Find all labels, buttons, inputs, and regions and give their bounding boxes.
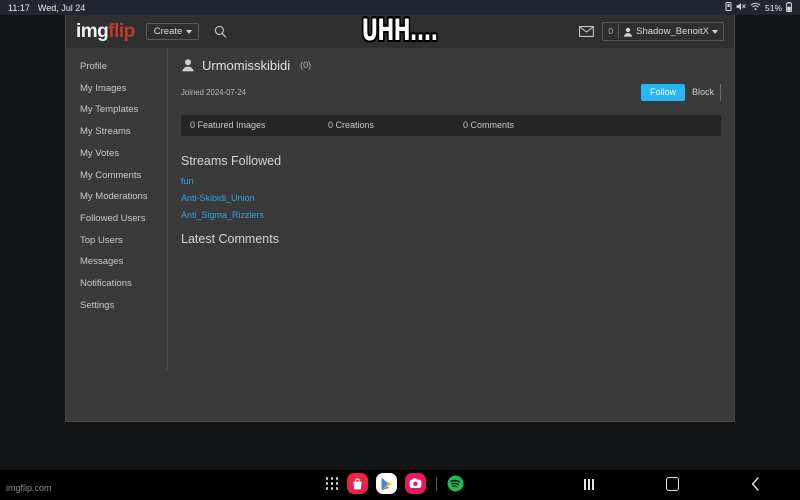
battery-percent: 51% (764, 2, 782, 13)
google-play-icon[interactable] (376, 473, 397, 494)
messages-button[interactable] (579, 26, 595, 37)
sidebar-item-profile[interactable]: Profile (66, 56, 167, 78)
profile-content: Urmomisskibidi (0) Joined 2024-07-24 Fol… (168, 48, 734, 421)
recents-icon[interactable] (572, 474, 606, 494)
envelope-icon (579, 26, 595, 37)
block-button[interactable]: Block (692, 84, 721, 101)
sidebar-item-followed-users[interactable]: Followed Users (66, 208, 167, 230)
logo-text-img: img (76, 21, 109, 42)
imgflip-watermark: imgflip.com (6, 483, 52, 493)
status-bar: 11:17 Wed, Jul 24 51% (0, 0, 800, 15)
system-navigation (572, 474, 772, 494)
app-body: Profile My Images My Templates My Stream… (66, 48, 734, 421)
user-name-label: Shadow_BenoitX (636, 26, 709, 37)
spotify-icon[interactable] (447, 475, 464, 492)
instagram-app-icon[interactable] (405, 473, 426, 494)
stream-link-fun[interactable]: fun (181, 176, 721, 186)
profile-header: Urmomisskibidi (0) (181, 58, 721, 72)
status-time: 11:17 (8, 2, 30, 13)
dock-divider (436, 476, 437, 491)
sidebar-item-my-streams[interactable]: My Streams (66, 121, 167, 143)
profile-actions: Follow Block (640, 84, 721, 101)
site-header: imgflip Create 0 Shadow_BenoitX UHH.... (66, 14, 734, 48)
imgflip-app-panel: imgflip Create 0 Shadow_BenoitX UHH.... … (65, 14, 735, 422)
user-name-wrap: Shadow_BenoitX (619, 26, 723, 37)
stream-link-anti-skibidi-union[interactable]: Anti-Skibidi_Union (181, 193, 721, 203)
avatar (181, 58, 195, 72)
status-date: Wed, Jul 24 (37, 2, 86, 13)
user-menu-button[interactable]: 0 Shadow_BenoitX (602, 22, 724, 41)
sidebar-item-messages[interactable]: Messages (66, 251, 167, 273)
sidebar-item-my-templates[interactable]: My Templates (66, 99, 167, 121)
stream-link-anti-sigma-rizzlers[interactable]: Anti_Sigma_Rizzlers (181, 210, 721, 220)
back-icon[interactable] (738, 474, 772, 494)
user-avatar-icon (624, 27, 633, 37)
profile-image-count: (0) (300, 60, 312, 70)
profile-stats-bar: 0 Featured Images 0 Creations 0 Comments (181, 115, 721, 136)
sidebar-item-my-votes[interactable]: My Votes (66, 143, 167, 165)
sidebar-item-my-moderations[interactable]: My Moderations (66, 186, 167, 208)
sidebar-item-my-images[interactable]: My Images (66, 78, 167, 100)
sidebar-item-notifications[interactable]: Notifications (66, 273, 167, 295)
vibrate-icon (725, 2, 732, 13)
stat-creations[interactable]: 0 Creations (328, 121, 463, 130)
sidebar-nav: Profile My Images My Templates My Stream… (66, 48, 168, 370)
page-title: Urmomisskibidi (202, 57, 291, 73)
search-button[interactable] (214, 25, 227, 38)
device-screen: 11:17 Wed, Jul 24 51% imgflip Create 0 S… (0, 0, 800, 500)
create-button[interactable]: Create (145, 22, 200, 41)
search-icon (215, 25, 227, 38)
streams-followed-list: fun Anti-Skibidi_Union Anti_Sigma_Rizzle… (181, 176, 721, 220)
sidebar-item-top-users[interactable]: Top Users (66, 230, 167, 252)
joined-date: Joined 2024-07-24 (181, 88, 247, 97)
app-dock (325, 473, 464, 494)
create-button-label: Create (153, 25, 183, 37)
status-bar-right: 51% (725, 1, 792, 14)
mute-icon (736, 2, 746, 13)
wifi-icon (750, 2, 761, 13)
header-right-controls: 0 Shadow_BenoitX (579, 22, 724, 41)
logo-text-flip: flip (108, 21, 135, 42)
sidebar-item-settings[interactable]: Settings (66, 295, 167, 317)
shopping-bag-app-icon[interactable] (347, 473, 368, 494)
notification-count: 0 (603, 24, 620, 39)
apps-grid-icon[interactable] (325, 477, 339, 491)
meme-caption-text: UHH.... (362, 14, 439, 48)
battery-icon (786, 1, 792, 14)
home-icon[interactable] (655, 474, 689, 494)
sidebar-item-my-comments[interactable]: My Comments (66, 164, 167, 186)
imgflip-logo[interactable]: imgflip (76, 22, 135, 41)
status-bar-left: 11:17 Wed, Jul 24 (8, 3, 85, 13)
streams-followed-title: Streams Followed (181, 154, 282, 168)
follow-button[interactable]: Follow (640, 84, 685, 101)
latest-comments-title: Latest Comments (181, 231, 279, 246)
chevron-down-icon (186, 29, 193, 34)
stat-featured-images[interactable]: 0 Featured Images (190, 121, 328, 130)
stat-comments[interactable]: 0 Comments (463, 121, 514, 130)
chevron-down-icon (712, 29, 718, 34)
profile-meta-row: Joined 2024-07-24 Follow Block (181, 84, 721, 106)
